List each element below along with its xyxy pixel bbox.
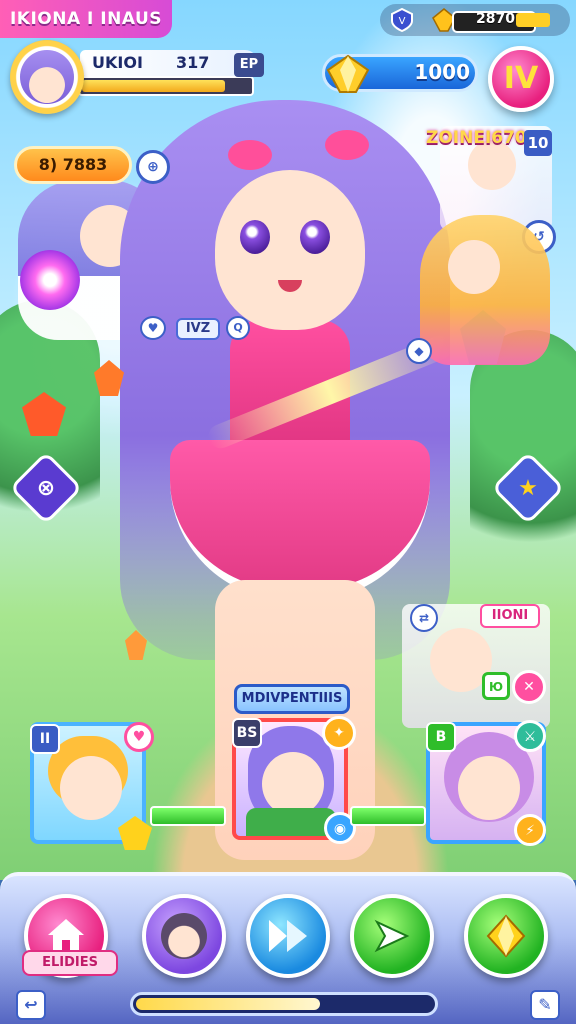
card-1-heart-icon[interactable]: ♥ [124, 722, 154, 752]
svg-text:V: V [399, 16, 406, 27]
arrow-icon [374, 919, 410, 953]
card-3-corner-badge: B [426, 722, 456, 752]
quest-button[interactable] [350, 894, 434, 978]
card-2-face [262, 752, 324, 816]
close-icon[interactable]: ✕ [512, 670, 546, 704]
bonus-label: IIONI [480, 604, 540, 628]
hero-left-eye [240, 220, 270, 254]
menu-button[interactable]: IV [488, 46, 554, 112]
bottom-progress-fill [136, 998, 320, 1010]
hero-hair-bow-left [228, 140, 272, 170]
card-2-star-icon[interactable]: ✦ [322, 716, 356, 750]
player-level: 317 [176, 53, 210, 72]
roster-banner: MDIVPENTIIIS [234, 684, 350, 714]
edit-icon[interactable]: ✎ [530, 990, 560, 1020]
gem-count: 1000 [414, 60, 470, 84]
upgrade-icon[interactable]: Ю [482, 672, 510, 700]
card-3-bolt-icon[interactable]: ⚡ [514, 814, 546, 846]
event-count-badge: 10 [524, 130, 552, 156]
character-portrait-icon [161, 913, 207, 959]
heart-icon: ♥ [140, 316, 166, 340]
battle-button[interactable] [246, 894, 330, 978]
card-2-corner-badge: BS [232, 718, 262, 748]
back-icon[interactable]: ↩ [16, 990, 46, 1020]
gem-shop-icon [486, 914, 526, 958]
side-character-right-face [448, 240, 500, 294]
card-2-hp-bar [350, 806, 426, 826]
player-name: UKIOI [80, 50, 258, 76]
shop-button[interactable] [464, 894, 548, 978]
play-arrows-icon [269, 920, 307, 952]
hero-right-eye [300, 220, 330, 254]
magic-orb [20, 250, 80, 310]
card-1-hp-bar [150, 806, 226, 826]
shield-icon[interactable]: V [390, 7, 414, 33]
energy-pill[interactable]: 8) 7883 [14, 146, 132, 184]
xp-bar-fill [82, 80, 225, 92]
skill-icon[interactable]: ◆ [406, 338, 432, 364]
hero-tag: IVZ [176, 318, 220, 340]
card-1-corner-badge: II [30, 724, 60, 754]
exp-badge: EP [234, 53, 264, 77]
add-energy-icon[interactable]: ⊕ [136, 150, 170, 184]
hero-hair-bow-right [325, 130, 369, 160]
game-title: IKIONA I INAUS [0, 0, 172, 38]
battery-fill [516, 13, 550, 27]
swap-icon[interactable]: ⇄ [410, 604, 438, 632]
card-3-face [458, 756, 520, 820]
info-icon[interactable]: Q [226, 316, 250, 340]
gem-icon [326, 54, 370, 94]
characters-button[interactable] [142, 894, 226, 978]
event-label: ZOINEI670 [426, 128, 527, 148]
card-2-outfit [246, 808, 336, 836]
avatar-face [20, 50, 74, 104]
status-value: 2870 [476, 11, 515, 27]
hero-face [215, 170, 365, 330]
card-1-face [60, 756, 122, 820]
star-icon: ★ [518, 475, 538, 501]
home-label: ELIDIES [22, 950, 118, 976]
card-3-sword-icon[interactable]: ⚔ [514, 720, 546, 752]
keyhole-icon: ⊗ [36, 475, 56, 501]
